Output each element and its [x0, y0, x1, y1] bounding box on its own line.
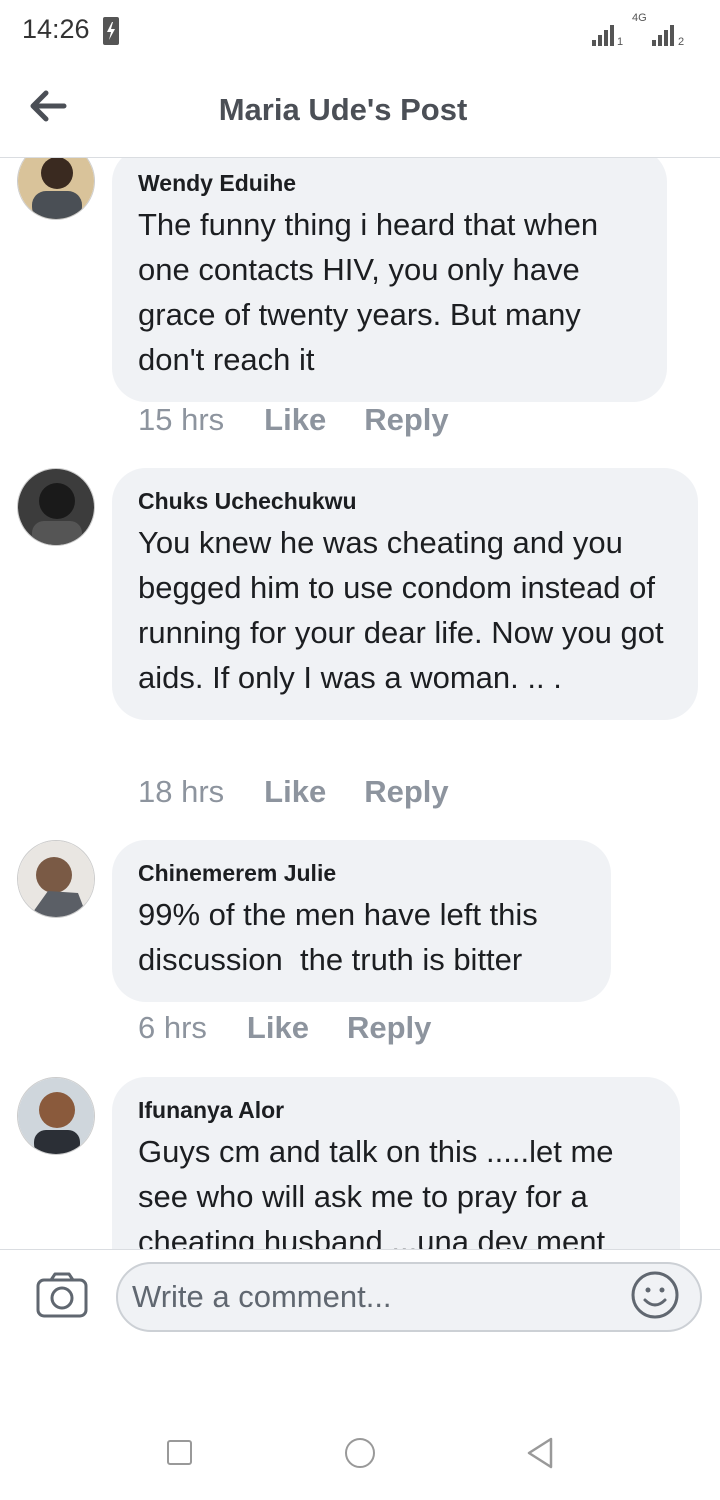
comment-text: You knew he was cheating and you begged … — [138, 525, 673, 695]
comment-bubble[interactable]: Ifunanya Alor Guys cm and talk on this .… — [112, 1077, 680, 1249]
like-button[interactable]: Like — [264, 402, 326, 438]
signal-indicators: 1 4G 2 — [592, 12, 702, 48]
comment-list: Wendy Eduihe The funny thing i heard tha… — [0, 158, 720, 1249]
avatar[interactable] — [17, 158, 95, 220]
battery-charging-icon — [103, 17, 119, 45]
comment-actions: 15 hrs Like Reply — [138, 402, 449, 438]
avatar[interactable] — [17, 840, 95, 918]
avatar[interactable] — [17, 1077, 95, 1155]
reply-button[interactable]: Reply — [364, 774, 448, 810]
comment-composer — [0, 1249, 720, 1349]
signal-strength-icon — [652, 25, 674, 46]
avatar[interactable] — [17, 468, 95, 546]
triangle-back-icon[interactable] — [525, 1436, 555, 1475]
comment-author[interactable]: Chinemerem Julie — [138, 860, 585, 886]
comment-bubble[interactable]: Chuks Uchechukwu You knew he was cheatin… — [112, 468, 698, 720]
comment-author[interactable]: Wendy Eduihe — [138, 170, 641, 196]
comment-author[interactable]: Chuks Uchechukwu — [138, 488, 672, 514]
like-button[interactable]: Like — [247, 1010, 309, 1046]
comment-bubble[interactable]: Wendy Eduihe The funny thing i heard tha… — [112, 158, 667, 402]
camera-icon[interactable] — [36, 1272, 88, 1318]
system-nav-bar — [0, 1400, 720, 1500]
circle-icon[interactable] — [345, 1438, 375, 1468]
comment-author[interactable]: Ifunanya Alor — [138, 1097, 654, 1123]
comment-time[interactable]: 6 hrs — [138, 1010, 207, 1046]
sim1-label: 1 — [617, 36, 624, 48]
status-bar: 14:26 1 4G 2 — [0, 0, 720, 62]
comment-text: The funny thing i heard that when one co… — [138, 207, 607, 377]
signal-strength-icon — [592, 25, 614, 46]
comment-bubble[interactable]: Chinemerem Julie 99% of the men have lef… — [112, 840, 611, 1002]
reply-button[interactable]: Reply — [347, 1010, 431, 1046]
comment-input[interactable] — [116, 1262, 702, 1332]
network-type-label: 4G — [632, 12, 647, 24]
comment-text: Guys cm and talk on this .....let me see… — [138, 1134, 623, 1249]
comment-actions: 6 hrs Like Reply — [138, 1010, 431, 1046]
page-title: Maria Ude's Post — [218, 92, 468, 127]
status-time: 14:26 — [22, 14, 90, 44]
comment-time[interactable]: 18 hrs — [138, 774, 224, 810]
smiley-icon[interactable] — [630, 1270, 680, 1320]
post-header: Maria Ude's Post — [0, 62, 720, 158]
square-icon[interactable] — [167, 1440, 192, 1465]
comment-time[interactable]: 15 hrs — [138, 402, 224, 438]
comment-text: 99% of the men have left this discussion… — [138, 897, 547, 977]
reply-button[interactable]: Reply — [364, 402, 448, 438]
comment-actions: 18 hrs Like Reply — [138, 774, 449, 810]
like-button[interactable]: Like — [264, 774, 326, 810]
sim2-label: 2 — [678, 36, 685, 48]
